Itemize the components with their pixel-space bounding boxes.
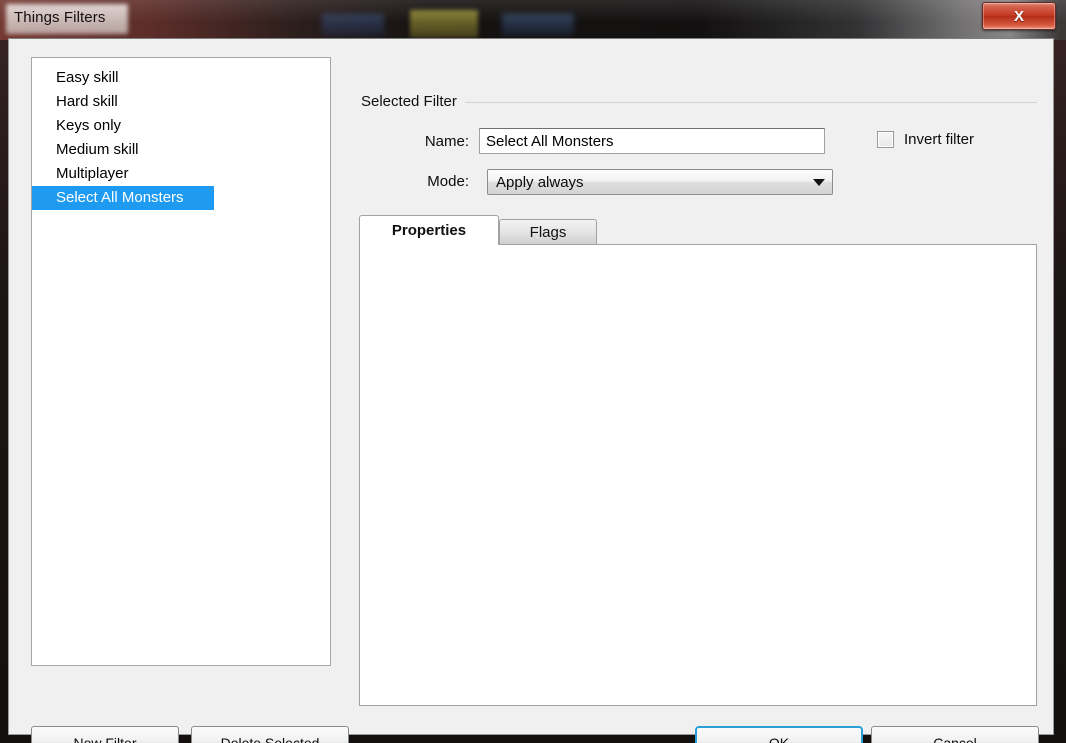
- close-icon: X: [1013, 7, 1024, 25]
- filter-listbox[interactable]: Easy skill Hard skill Keys only Medium s…: [31, 57, 331, 666]
- invert-filter-checkbox-row[interactable]: Invert filter: [877, 131, 974, 148]
- mode-label: Mode:: [427, 173, 469, 190]
- list-item[interactable]: Multiplayer: [32, 162, 330, 186]
- ok-button[interactable]: OK: [695, 726, 863, 743]
- desktop-artifact: [502, 14, 574, 36]
- new-filter-button[interactable]: New Filter: [31, 726, 179, 743]
- list-item[interactable]: Hard skill: [32, 90, 330, 114]
- delete-selected-button[interactable]: Delete Selected: [191, 726, 349, 743]
- cancel-button[interactable]: Cancel: [871, 726, 1039, 743]
- name-input[interactable]: [479, 128, 825, 154]
- invert-filter-checkbox[interactable]: [877, 131, 894, 148]
- list-item-selected[interactable]: Select All Monsters: [32, 186, 214, 210]
- name-label: Name:: [424, 133, 469, 150]
- tabstrip: Properties Flags: [359, 215, 1037, 245]
- chevron-down-icon: [806, 178, 832, 186]
- things-filters-window: Things Filters X Easy skill Hard skill K…: [0, 0, 1066, 743]
- properties-tab-panel: [359, 244, 1037, 706]
- close-button[interactable]: X: [982, 2, 1056, 30]
- mode-dropdown[interactable]: Apply always: [487, 169, 833, 195]
- window-title: Things Filters: [14, 9, 106, 26]
- list-item[interactable]: Medium skill: [32, 138, 330, 162]
- dialog-client-area: Easy skill Hard skill Keys only Medium s…: [8, 38, 1054, 743]
- selected-filter-group-label: Selected Filter: [361, 93, 465, 110]
- list-item[interactable]: Easy skill: [32, 66, 330, 90]
- invert-filter-label: Invert filter: [904, 131, 975, 148]
- tab-properties[interactable]: Properties: [359, 215, 499, 245]
- desktop-artifact: [410, 10, 478, 38]
- tab-flags[interactable]: Flags: [499, 219, 597, 245]
- desktop-artifact: [322, 14, 384, 36]
- list-item[interactable]: Keys only: [32, 114, 330, 138]
- mode-dropdown-value: Apply always: [496, 173, 584, 191]
